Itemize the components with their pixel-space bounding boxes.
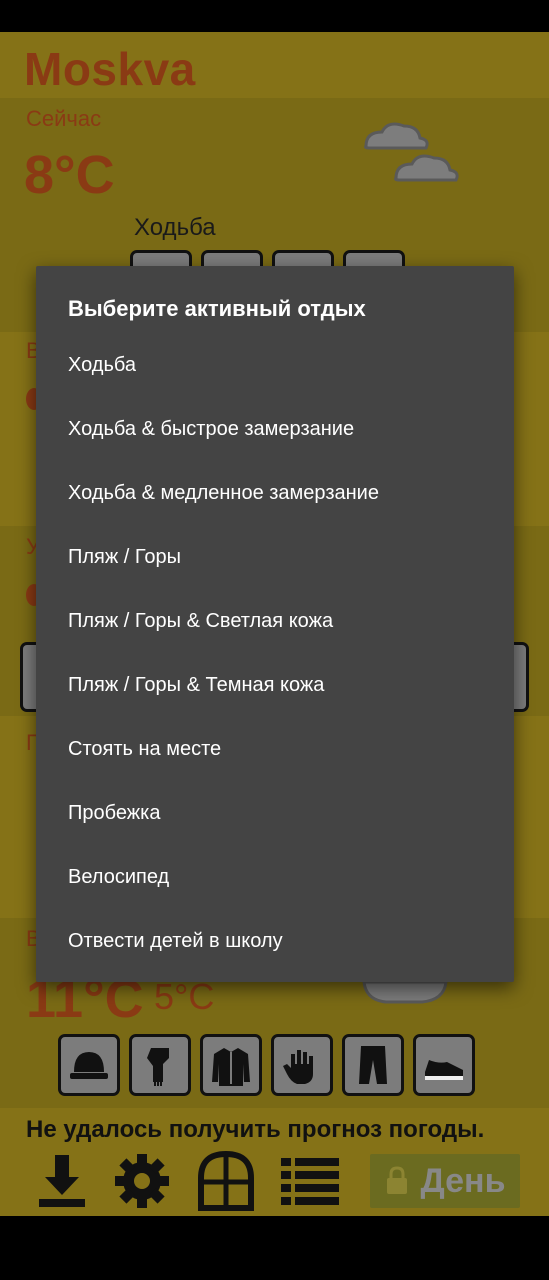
- activity-option[interactable]: Пляж / Горы & Светлая кожа: [68, 610, 333, 633]
- activity-option[interactable]: Ходьба & медленное замерзание: [68, 482, 379, 505]
- activity-option[interactable]: Пляж / Горы & Темная кожа: [68, 674, 324, 697]
- dialog-title: Выберите активный отдых: [68, 296, 366, 321]
- activity-option[interactable]: Пляж / Горы: [68, 546, 181, 569]
- activity-option[interactable]: Отвести детей в школу: [68, 930, 283, 953]
- activity-dialog: Выберите активный отдых Ходьба Ходьба & …: [36, 266, 514, 982]
- activity-option[interactable]: Пробежка: [68, 802, 160, 825]
- activity-option[interactable]: Велосипед: [68, 866, 169, 889]
- activity-option[interactable]: Ходьба & быстрое замерзание: [68, 418, 354, 441]
- activity-option[interactable]: Стоять на месте: [68, 738, 221, 761]
- activity-option[interactable]: Ходьба: [68, 354, 136, 377]
